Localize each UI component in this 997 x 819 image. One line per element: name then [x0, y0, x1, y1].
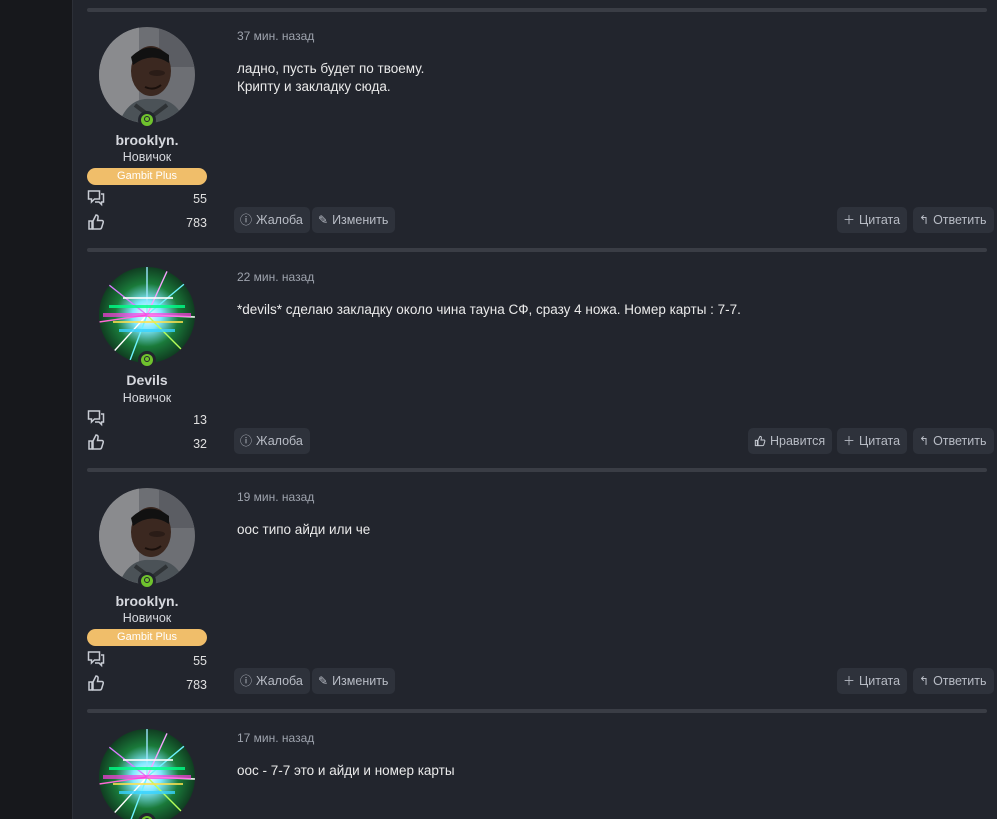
reply-label: Ответить [933, 674, 987, 688]
report-label: Жалоба [256, 434, 303, 448]
thumbs-up-icon [754, 435, 766, 447]
post-message: ладно, пусть будет по твоему. Крипту и з… [237, 61, 425, 94]
edit-label: Изменить [332, 213, 389, 227]
like-label: Нравится [770, 434, 826, 448]
edit-label: Изменить [332, 674, 389, 688]
quote-label: Цитата [859, 674, 901, 688]
username[interactable]: brooklyn. [87, 132, 207, 148]
post-1: Devils Новичок 13 32 22 мин. назад *devi… [87, 248, 994, 468]
avatar[interactable] [99, 729, 195, 819]
avatar[interactable] [99, 27, 195, 123]
reply-button[interactable]: ↰ Ответить [913, 428, 994, 454]
post-message: оос - 7-7 это и айди и номер карты [237, 763, 455, 778]
likes-icon [87, 433, 107, 451]
post-message: *devils* сделаю закладку около чина таун… [237, 302, 741, 317]
info-icon: ⓘ [240, 674, 253, 688]
reply-icon: ↰ [919, 213, 930, 227]
left-rail [0, 0, 73, 819]
messages-count: 55 [193, 654, 207, 668]
info-icon: ⓘ [240, 434, 253, 448]
user-rank: Новичок [122, 611, 172, 625]
username[interactable]: brooklyn. [87, 593, 207, 609]
quote-label: Цитата [859, 213, 901, 227]
report-button[interactable]: ⓘ Жалоба [234, 668, 310, 694]
reply-button[interactable]: ↰ Ответить [913, 207, 994, 233]
messages-count: 55 [193, 192, 207, 206]
online-status-icon [138, 351, 156, 369]
post-separator [87, 8, 987, 12]
messages-icon [87, 650, 107, 668]
pencil-icon: ✎ [318, 213, 329, 227]
quote-button[interactable]: ＋ Цитата [837, 428, 908, 454]
report-label: Жалоба [256, 213, 303, 227]
user-badge: Gambit Plus [87, 629, 207, 646]
edit-button[interactable]: ✎ Изменить [312, 668, 396, 694]
online-status-icon [138, 572, 156, 590]
user-badge: Gambit Plus [87, 168, 207, 185]
post-separator [87, 709, 987, 713]
user-rank: Новичок [122, 150, 172, 164]
quote-button[interactable]: ＋ Цитата [837, 207, 908, 233]
messages-icon [87, 409, 107, 427]
rail-divider [72, 0, 73, 819]
plus-icon: ＋ [843, 674, 856, 688]
reply-icon: ↰ [919, 674, 930, 688]
likes-icon [87, 674, 107, 692]
user-block [87, 729, 207, 819]
report-button[interactable]: ⓘ Жалоба [234, 207, 310, 233]
plus-icon: ＋ [843, 213, 856, 227]
username[interactable]: Devils [87, 372, 207, 388]
reply-icon: ↰ [919, 434, 930, 448]
post-3: 17 мин. назад оос - 7-7 это и айди и ном… [87, 709, 987, 819]
post-separator [87, 468, 987, 472]
post-2: brooklyn. Новичок Gambit Plus 55 783 19 … [87, 468, 994, 708]
pencil-icon: ✎ [318, 674, 329, 688]
post-separator [87, 248, 987, 252]
messages-icon [87, 189, 107, 207]
plus-icon: ＋ [843, 434, 856, 448]
reply-label: Ответить [933, 434, 987, 448]
info-icon: ⓘ [240, 213, 253, 227]
post-message: оос типо айди или че [237, 522, 371, 537]
avatar[interactable] [99, 267, 195, 363]
post-time[interactable]: 37 мин. назад [237, 29, 314, 43]
quote-button[interactable]: ＋ Цитата [837, 668, 908, 694]
post-time[interactable]: 22 мин. назад [237, 270, 314, 284]
report-label: Жалоба [256, 674, 303, 688]
reply-button[interactable]: ↰ Ответить [913, 668, 994, 694]
messages-count: 13 [193, 413, 207, 427]
likes-count: 783 [186, 678, 207, 692]
post-time[interactable]: 19 мин. назад [237, 490, 314, 504]
likes-count: 32 [193, 437, 207, 451]
post-0: brooklyn. Новичок Gambit Plus 55 783 37 … [87, 8, 994, 248]
likes-icon [87, 213, 107, 231]
avatar[interactable] [99, 488, 195, 584]
report-button[interactable]: ⓘ Жалоба [234, 428, 310, 454]
reply-label: Ответить [933, 213, 987, 227]
edit-button[interactable]: ✎ Изменить [312, 207, 396, 233]
quote-label: Цитата [859, 434, 901, 448]
likes-count: 783 [186, 216, 207, 230]
like-button[interactable]: Нравится [748, 428, 833, 454]
online-status-icon [138, 111, 156, 129]
user-rank: Новичок [122, 391, 172, 405]
post-time[interactable]: 17 мин. назад [237, 731, 314, 745]
